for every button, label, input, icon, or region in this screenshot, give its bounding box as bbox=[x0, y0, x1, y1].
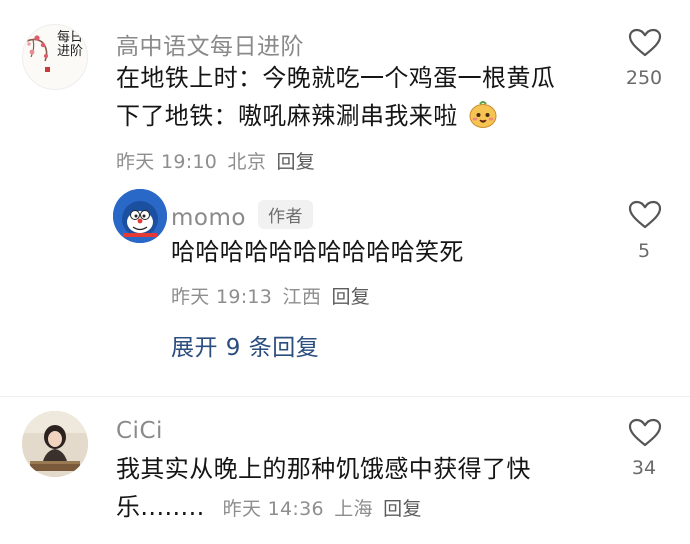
reply-meta: 昨天 19:13 江西 回复 bbox=[171, 282, 370, 309]
comment-line-2: 乐........ 昨天 14:36 上海 回复 bbox=[116, 493, 422, 521]
comment-username[interactable]: 高中语文每日进阶 bbox=[116, 27, 304, 61]
comment-divider bbox=[0, 396, 690, 397]
reply-location: 江西 bbox=[282, 286, 322, 308]
comment-time: 昨天 14:36 bbox=[222, 498, 324, 520]
comment-text: 我其实从晚上的那种饥饿感中获得了快 乐........ 昨天 14:36 上海 … bbox=[116, 450, 616, 528]
reply-button[interactable]: 回复 bbox=[383, 498, 422, 520]
comment-line-1: 我其实从晚上的那种饥饿感中获得了快 bbox=[116, 455, 531, 483]
like-count: 250 bbox=[625, 67, 663, 89]
smiling-face-emoji-icon bbox=[469, 101, 497, 128]
reply-avatar[interactable] bbox=[113, 189, 167, 243]
avatar[interactable] bbox=[22, 411, 88, 477]
author-badge: 作者 bbox=[257, 200, 313, 229]
like-count: 34 bbox=[631, 457, 657, 479]
like-count: 5 bbox=[637, 240, 651, 262]
comment-line-2: 下了地铁：嗷吼麻辣涮串我来啦 bbox=[116, 97, 616, 135]
avatar-calligraphy: 每日进阶 bbox=[57, 30, 84, 59]
heart-like-icon[interactable] bbox=[628, 28, 662, 58]
reply-button[interactable]: 回复 bbox=[332, 286, 371, 308]
heart-like-icon[interactable] bbox=[628, 200, 662, 230]
cartoon-avatar-art bbox=[113, 189, 167, 243]
comment-line-1: 在地铁上时：今晚就吃一个鸡蛋一根黄瓜 bbox=[116, 64, 556, 92]
comment-location: 北京 bbox=[227, 151, 267, 173]
avatar[interactable]: 每日进阶 bbox=[22, 24, 88, 90]
comment-text: 在地铁上时：今晚就吃一个鸡蛋一根黄瓜 下了地铁：嗷吼麻辣涮串我来啦 bbox=[116, 59, 616, 135]
reply-text: 哈哈哈哈哈哈哈哈哈哈笑死 bbox=[171, 238, 464, 266]
person-photo-avatar-art bbox=[22, 411, 88, 477]
comment-meta: 昨天 19:10 北京 回复 bbox=[116, 147, 315, 174]
reply-username-row: momo 作者 bbox=[171, 200, 313, 231]
comment-time: 昨天 19:10 bbox=[116, 151, 218, 173]
reply-button[interactable]: 回复 bbox=[277, 151, 316, 173]
comment-username[interactable]: CiCi bbox=[116, 418, 163, 444]
reply-username[interactable]: momo bbox=[171, 205, 246, 231]
reply-time: 昨天 19:13 bbox=[171, 286, 273, 308]
comment-meta: 昨天 14:36 上海 回复 bbox=[223, 498, 422, 520]
heart-like-icon[interactable] bbox=[628, 418, 662, 448]
expand-replies-link[interactable]: 展开 9 条回复 bbox=[171, 328, 319, 362]
comment-location: 上海 bbox=[334, 498, 373, 520]
